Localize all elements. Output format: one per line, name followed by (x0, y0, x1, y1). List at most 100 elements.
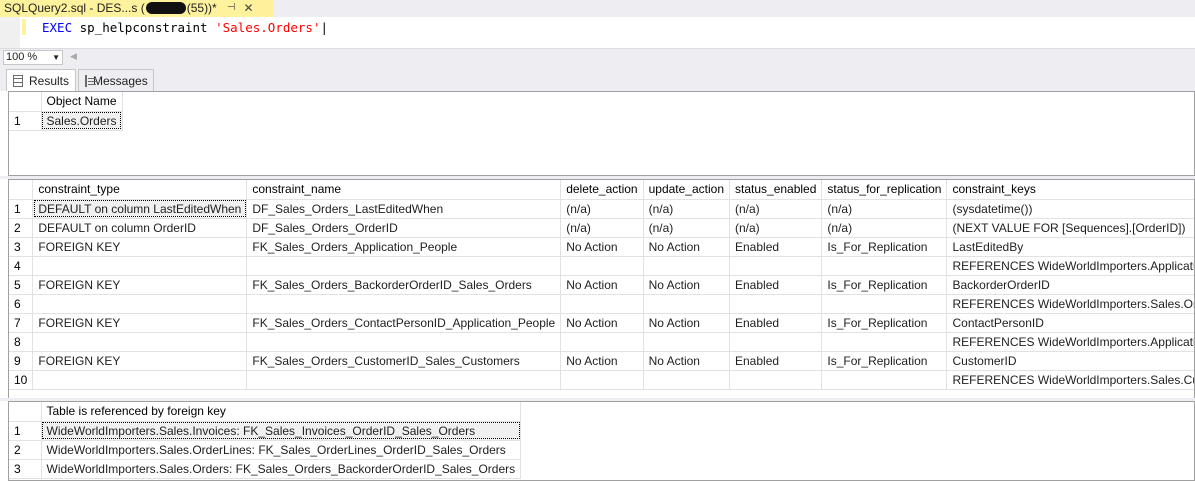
column-header[interactable]: Object Name (41, 92, 123, 112)
table-cell[interactable]: No Action (643, 351, 731, 371)
table-cell[interactable] (560, 256, 644, 276)
table-cell[interactable] (643, 294, 731, 314)
table-cell[interactable] (729, 332, 823, 352)
column-header[interactable]: constraint_type (32, 180, 248, 200)
table-cell[interactable]: FOREIGN KEY (32, 237, 248, 257)
row-number[interactable]: 5 (9, 275, 34, 295)
table-cell[interactable] (821, 294, 948, 314)
table-cell[interactable]: Is_For_Replication (821, 237, 948, 257)
table-cell[interactable]: Enabled (729, 351, 823, 371)
column-header[interactable]: status_enabled (729, 180, 823, 200)
column-header[interactable]: constraint_keys (946, 180, 1194, 200)
table-cell[interactable] (560, 294, 644, 314)
table-cell[interactable] (821, 370, 948, 390)
table-cell[interactable]: DEFAULT on column LastEditedWhen (32, 199, 248, 219)
tab-messages[interactable]: Messages (78, 69, 154, 91)
table-cell[interactable]: (n/a) (560, 218, 644, 238)
table-cell[interactable]: (n/a) (560, 199, 644, 219)
table-cell[interactable]: REFERENCES WideWorldImporters.Applicatio… (946, 332, 1194, 352)
column-header[interactable]: Table is referenced by foreign key (41, 402, 522, 422)
table-cell[interactable]: (n/a) (821, 218, 948, 238)
row-number[interactable]: 8 (9, 332, 34, 352)
table-cell[interactable]: (n/a) (821, 199, 948, 219)
table-cell[interactable]: Enabled (729, 313, 823, 333)
table-cell[interactable]: CustomerID (946, 351, 1194, 371)
table-cell[interactable] (246, 370, 562, 390)
table-cell[interactable]: FOREIGN KEY (32, 275, 248, 295)
query-editor[interactable]: EXEC sp_helpconstraint 'Sales.Orders'| (0, 17, 1195, 48)
table-cell[interactable]: No Action (560, 351, 644, 371)
code-line[interactable]: EXEC sp_helpconstraint 'Sales.Orders'| (42, 20, 328, 35)
table-cell[interactable]: FK_Sales_Orders_ContactPersonID_Applicat… (246, 313, 562, 333)
table-cell[interactable]: BackorderOrderID (946, 275, 1194, 295)
close-icon[interactable]: ✕ (243, 1, 253, 15)
row-number[interactable]: 2 (9, 440, 42, 460)
row-number[interactable]: 3 (9, 459, 42, 479)
table-row[interactable]: 1 WideWorldImporters.Sales.Invoices: FK_S… (9, 421, 522, 441)
table-cell[interactable]: No Action (560, 313, 644, 333)
row-number[interactable]: 1 (9, 199, 34, 219)
table-cell[interactable]: REFERENCES WideWorldImporters.Sales.Cust… (946, 370, 1194, 390)
row-number[interactable]: 3 (9, 237, 34, 257)
table-cell[interactable] (560, 332, 644, 352)
zoom-select[interactable]: 100 % ▼ (3, 50, 63, 65)
table-cell[interactable] (560, 370, 644, 390)
table-cell[interactable]: No Action (560, 237, 644, 257)
table-cell[interactable]: (NEXT VALUE FOR [Sequences].[OrderID]) (946, 218, 1194, 238)
table-cell[interactable] (246, 256, 562, 276)
table-cell[interactable]: No Action (643, 237, 731, 257)
table-cell[interactable] (246, 294, 562, 314)
row-number[interactable]: 9 (9, 351, 34, 371)
table-cell[interactable] (729, 370, 823, 390)
table-cell[interactable]: No Action (643, 275, 731, 295)
table-cell[interactable]: Is_For_Replication (821, 351, 948, 371)
pin-icon[interactable]: ⊣ (227, 2, 236, 13)
row-number[interactable]: 4 (9, 256, 34, 276)
table-cell[interactable]: DEFAULT on column OrderID (32, 218, 248, 238)
row-number[interactable]: 10 (9, 370, 34, 390)
table-cell[interactable] (643, 370, 731, 390)
row-number[interactable]: 1 (9, 111, 42, 131)
table-cell[interactable]: Is_For_Replication (821, 313, 948, 333)
scroll-left-icon[interactable]: ◀ (70, 51, 77, 62)
table-cell[interactable]: FK_Sales_Orders_BackorderOrderID_Sales_O… (246, 275, 562, 295)
table-cell[interactable]: FOREIGN KEY (32, 351, 248, 371)
table-row[interactable]: 10 REFERENCES WideWorldImporters.Sales.Cu… (9, 370, 1194, 390)
row-number[interactable]: 2 (9, 218, 34, 238)
document-tab[interactable]: SQLQuery2.sql - DES...s ( (55))* ⊣ ✕ (0, 0, 274, 17)
row-number[interactable]: 1 (9, 421, 42, 441)
table-cell[interactable]: Enabled (729, 237, 823, 257)
column-header[interactable]: delete_action (560, 180, 644, 200)
table-row[interactable]: 3 WideWorldImporters.Sales.Orders: FK_Sal… (9, 459, 522, 479)
table-cell[interactable]: REFERENCES WideWorldImporters.Sales.Orde… (946, 294, 1194, 314)
table-row[interactable]: 1 DEFAULT on column LastEditedWhen DF_Sale… (9, 199, 1194, 219)
table-row[interactable]: 2 WideWorldImporters.Sales.OrderLines: FK… (9, 440, 522, 460)
table-cell[interactable] (32, 370, 248, 390)
column-header[interactable]: constraint_name (246, 180, 562, 200)
table-row[interactable]: 7 FOREIGN KEY FK_Sales_Orders_ContactPerso… (9, 313, 1194, 333)
result-grid-constraints[interactable]: constraint_type constraint_name delete_a… (8, 179, 1195, 399)
table-cell[interactable] (32, 294, 248, 314)
table-row[interactable]: 9 FOREIGN KEY FK_Sales_Orders_CustomerID_S… (9, 351, 1194, 371)
table-cell[interactable]: LastEditedBy (946, 237, 1194, 257)
table-cell[interactable]: (n/a) (643, 218, 731, 238)
row-number[interactable]: 7 (9, 313, 34, 333)
table-cell[interactable]: WideWorldImporters.Sales.Invoices: FK_Sa… (41, 421, 522, 441)
table-cell[interactable] (246, 332, 562, 352)
table-cell[interactable]: DF_Sales_Orders_LastEditedWhen (246, 199, 562, 219)
table-cell[interactable] (821, 256, 948, 276)
result-grid-referenced-by[interactable]: Table is referenced by foreign key 1 Wide… (8, 401, 1195, 481)
table-cell[interactable]: WideWorldImporters.Sales.Orders: FK_Sale… (41, 459, 522, 479)
table-row[interactable]: 1 Sales.Orders (9, 111, 123, 131)
table-cell[interactable]: Enabled (729, 275, 823, 295)
table-cell[interactable]: (n/a) (729, 218, 823, 238)
table-cell[interactable]: ContactPersonID (946, 313, 1194, 333)
table-row[interactable]: 5 FOREIGN KEY FK_Sales_Orders_BackorderOrd… (9, 275, 1194, 295)
table-cell[interactable] (729, 256, 823, 276)
table-cell[interactable] (643, 332, 731, 352)
table-cell[interactable]: Sales.Orders (41, 111, 123, 131)
table-cell[interactable]: REFERENCES WideWorldImporters.Applicatio… (946, 256, 1194, 276)
tab-results[interactable]: Results (6, 69, 76, 91)
table-row[interactable]: 4 REFERENCES WideWorldImporters.Applicati… (9, 256, 1194, 276)
table-cell[interactable]: WideWorldImporters.Sales.OrderLines: FK_… (41, 440, 522, 460)
